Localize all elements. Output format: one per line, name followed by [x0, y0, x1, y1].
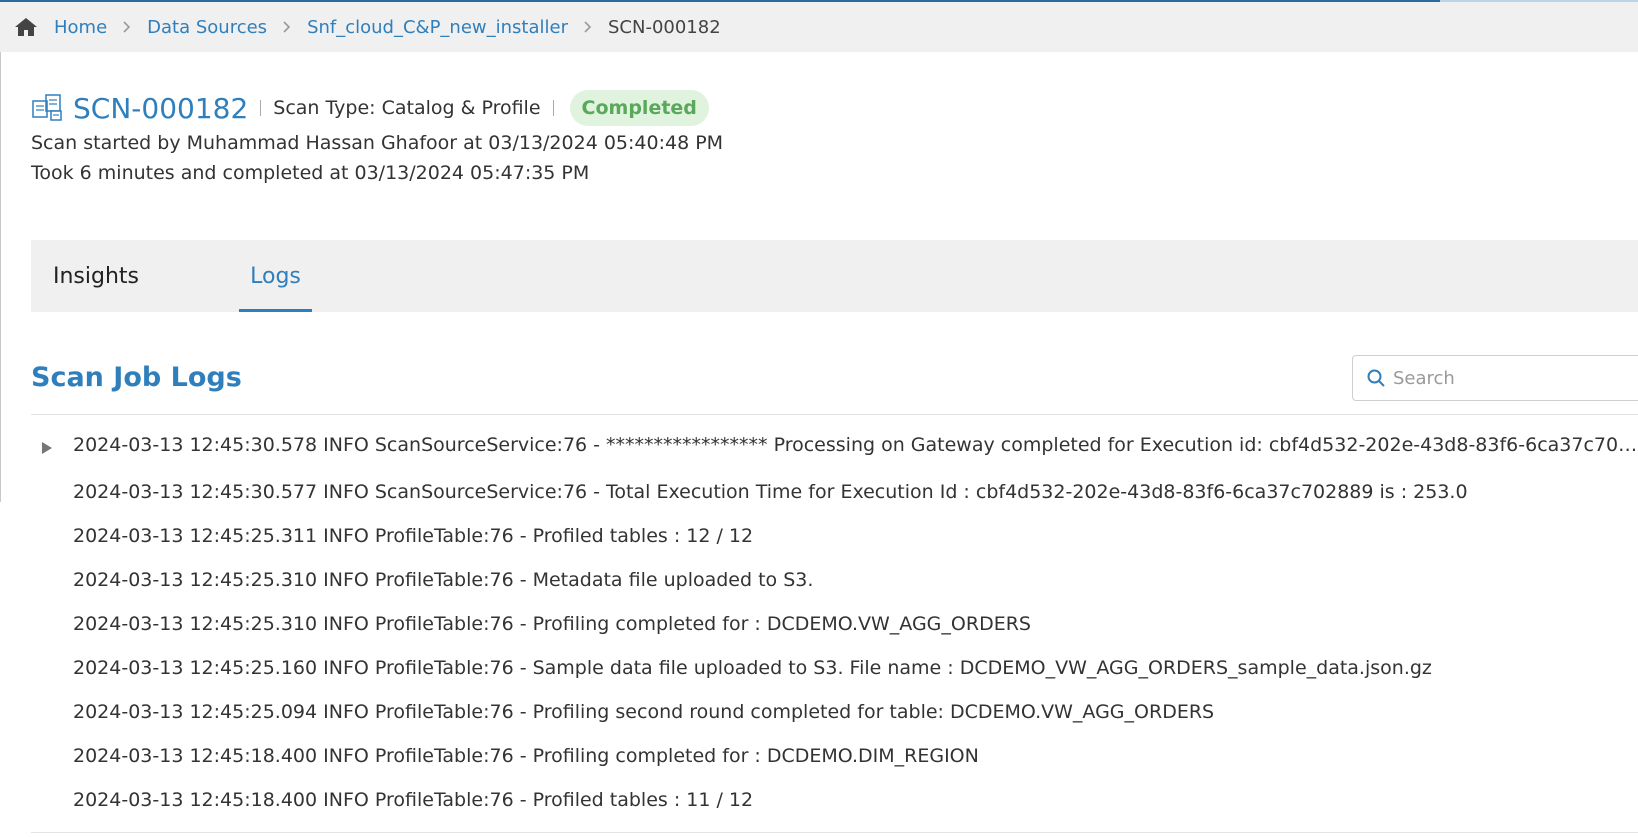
log-row: 2024-03-13 12:45:25.310 INFO ProfileTabl…	[31, 602, 1638, 646]
active-tab-indicator	[239, 309, 312, 312]
tab-logs[interactable]: Logs	[239, 240, 312, 312]
log-text: 2024-03-13 12:45:25.311 INFO ProfileTabl…	[73, 525, 754, 547]
log-row: 2024-03-13 12:45:30.577 INFO ScanSourceS…	[31, 470, 1638, 514]
log-text: 2024-03-13 12:45:25.094 INFO ProfileTabl…	[73, 701, 1215, 723]
status-badge: Completed	[569, 90, 709, 126]
log-text: 2024-03-13 12:45:25.310 INFO ProfileTabl…	[73, 569, 814, 591]
log-text: 2024-03-13 12:45:25.310 INFO ProfileTabl…	[73, 613, 1031, 635]
log-row[interactable]: 2024-03-13 12:45:30.578 INFO ScanSourceS…	[31, 420, 1638, 470]
scan-icon	[31, 93, 65, 123]
home-icon[interactable]	[14, 17, 38, 37]
expand-arrow-icon[interactable]	[41, 438, 53, 454]
section-title: Scan Job Logs	[31, 362, 242, 393]
logs-bottom-divider	[31, 832, 1638, 833]
scan-id-title: SCN-000182	[73, 91, 249, 125]
header-divider	[260, 100, 262, 116]
log-row: 2024-03-13 12:45:25.310 INFO ProfileTabl…	[31, 558, 1638, 602]
scan-header: SCN-000182 Scan Type: Catalog & Profile …	[31, 90, 709, 126]
tabs-bar: Insights Logs	[31, 240, 1638, 312]
log-row: 2024-03-13 12:45:25.094 INFO ProfileTabl…	[31, 690, 1638, 734]
header-divider	[552, 100, 554, 116]
chevron-right-icon	[283, 18, 291, 37]
log-text: 2024-03-13 12:45:30.577 INFO ScanSourceS…	[73, 481, 1468, 503]
left-border	[0, 2, 1, 502]
log-text: 2024-03-13 12:45:25.160 INFO ProfileTabl…	[73, 657, 1432, 679]
log-row: 2024-03-13 12:45:25.311 INFO ProfileTabl…	[31, 514, 1638, 558]
log-row: 2024-03-13 12:45:25.160 INFO ProfileTabl…	[31, 646, 1638, 690]
search-box[interactable]	[1352, 355, 1638, 401]
search-icon	[1367, 369, 1385, 387]
breadcrumb-data-sources[interactable]: Data Sources	[147, 17, 267, 38]
search-input[interactable]	[1391, 366, 1635, 390]
chevron-right-icon	[584, 18, 592, 37]
breadcrumb: Home Data Sources Snf_cloud_C&P_new_inst…	[0, 2, 1638, 52]
chevron-right-icon	[123, 18, 131, 37]
tab-insights[interactable]: Insights	[53, 240, 139, 312]
logs-divider	[31, 414, 1638, 415]
breadcrumb-current: SCN-000182	[608, 16, 721, 38]
log-text: 2024-03-13 12:45:18.400 INFO ProfileTabl…	[73, 745, 979, 767]
scan-started-by: Scan started by Muhammad Hassan Ghafoor …	[31, 132, 724, 154]
scan-type: Scan Type: Catalog & Profile	[273, 97, 541, 119]
log-text: 2024-03-13 12:45:18.400 INFO ProfileTabl…	[73, 789, 754, 811]
breadcrumb-source[interactable]: Snf_cloud_C&P_new_installer	[307, 17, 568, 38]
breadcrumb-home[interactable]: Home	[54, 17, 107, 38]
log-row: 2024-03-13 12:45:18.400 INFO ProfileTabl…	[31, 734, 1638, 778]
log-row: 2024-03-13 12:45:18.400 INFO ProfileTabl…	[31, 778, 1638, 822]
log-text: 2024-03-13 12:45:30.578 INFO ScanSourceS…	[73, 434, 1638, 456]
log-list: 2024-03-13 12:45:30.578 INFO ScanSourceS…	[31, 420, 1638, 822]
scan-duration: Took 6 minutes and completed at 03/13/20…	[31, 162, 590, 184]
